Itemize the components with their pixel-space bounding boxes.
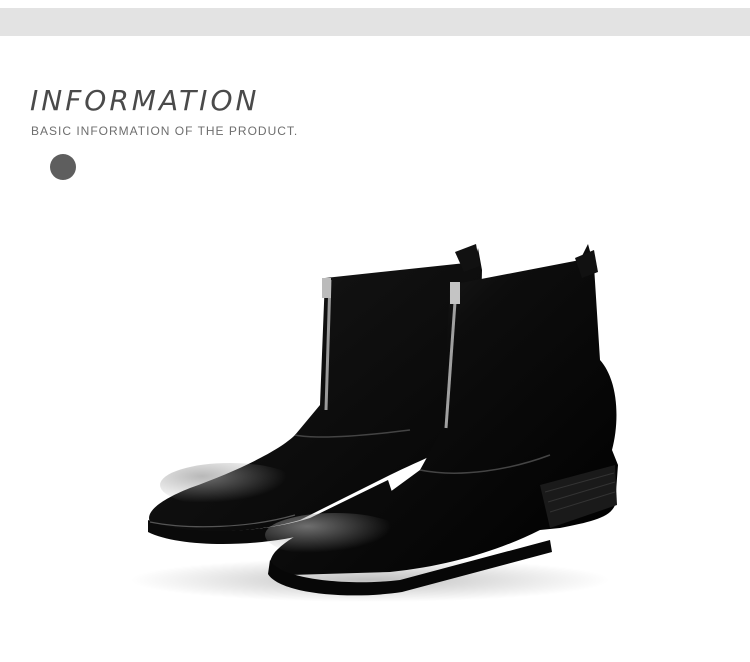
top-strip (0, 0, 750, 8)
boots-product-image (130, 244, 618, 602)
section-title: INFORMATION (30, 84, 260, 117)
bullet-dot-icon (50, 154, 76, 180)
header-band (0, 8, 750, 36)
product-info-page: INFORMATION BASIC INFORMATION OF THE PRO… (0, 0, 750, 662)
left-toe-shine (160, 463, 300, 507)
section-subtitle: BASIC INFORMATION OF THE PRODUCT. (31, 124, 299, 138)
right-toe-shine (265, 513, 405, 557)
